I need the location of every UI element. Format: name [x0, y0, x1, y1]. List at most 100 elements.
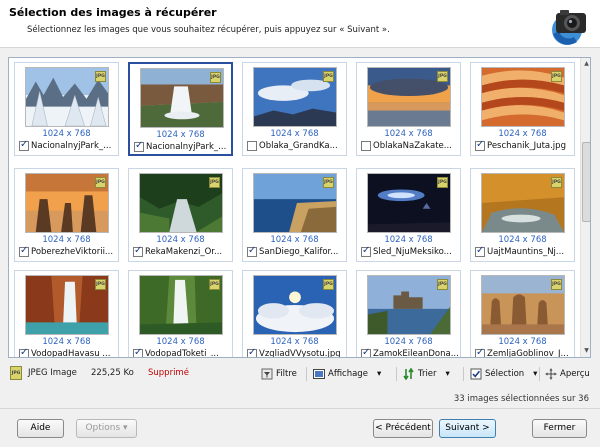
selection-checkbox-icon	[470, 368, 482, 380]
image-checkbox[interactable]	[133, 245, 143, 257]
image-card[interactable]: JPG 1024 x 768 Oblaka_GrandKa...	[242, 62, 347, 156]
image-card[interactable]: JPG 1024 x 768 NacionalnyjPark_...	[14, 62, 119, 156]
image-checkbox[interactable]	[361, 347, 371, 357]
image-dimensions: 1024 x 768	[270, 337, 319, 347]
filter-icon	[261, 368, 273, 380]
next-button[interactable]: Suivant >	[439, 419, 496, 438]
image-grid[interactable]: JPG 1024 x 768 NacionalnyjPark_... JPG 1024 …	[8, 57, 591, 358]
view-dropdown-icon[interactable]: ▾	[377, 369, 381, 379]
image-dimensions: 1024 x 768	[270, 129, 319, 139]
image-thumbnail[interactable]: JPG	[253, 275, 337, 335]
image-card[interactable]: JPG 1024 x 768 Sled_NjuMeksiko...	[356, 168, 461, 262]
toolbar-separator	[539, 367, 540, 381]
jpg-badge-icon: JPG	[437, 71, 448, 82]
image-checkbox[interactable]	[134, 140, 144, 152]
jpg-badge-icon: JPG	[551, 71, 562, 82]
selection-button[interactable]: Sélection ▾	[470, 365, 537, 382]
sort-button[interactable]: Trier ▾	[403, 365, 450, 382]
image-card[interactable]: JPG 1024 x 768 PoberezheViktorii...	[14, 168, 119, 262]
filter-label: Filtre	[276, 368, 297, 379]
image-checkbox[interactable]	[475, 347, 485, 357]
toolbar-separator	[463, 367, 464, 381]
image-checkbox[interactable]	[361, 141, 371, 151]
image-thumbnail[interactable]: JPG	[25, 173, 109, 233]
help-button[interactable]: Aide	[17, 419, 64, 438]
toolbar-separator	[396, 367, 397, 381]
vertical-scrollbar[interactable]: ▲ ▼	[580, 58, 590, 357]
sort-icon	[403, 367, 415, 380]
image-thumbnail[interactable]: JPG	[481, 67, 565, 127]
image-checkbox[interactable]	[247, 245, 257, 257]
image-thumbnail[interactable]: JPG	[481, 275, 565, 335]
image-card[interactable]: JPG 1024 x 768 RekaMakenzi_Or...	[128, 168, 233, 262]
image-thumbnail[interactable]: JPG	[139, 275, 223, 335]
image-checkbox[interactable]	[247, 141, 257, 151]
image-card[interactable]: JPG 1024 x 768 NacionalnyjPark_...	[128, 62, 233, 156]
image-thumbnail[interactable]: JPG	[25, 275, 109, 335]
jpeg-file-icon: JPG	[10, 366, 22, 380]
image-card[interactable]: JPG 1024 x 768 SanDiego_Kalifor...	[242, 168, 347, 262]
image-card[interactable]: JPG 1024 x 768 UajtMauntins_Nj...	[470, 168, 575, 262]
image-checkbox[interactable]	[475, 139, 485, 151]
image-card[interactable]: JPG 1024 x 768 VodopadToketi_...	[128, 270, 233, 358]
close-button[interactable]: Fermer	[532, 419, 587, 438]
image-card[interactable]: JPG 1024 x 768 VzgliadVVysotu.jpg	[242, 270, 347, 357]
selection-dropdown-icon[interactable]: ▾	[533, 369, 537, 379]
image-thumbnail[interactable]: JPG	[367, 67, 451, 127]
image-checkbox[interactable]	[475, 245, 485, 257]
jpg-badge-icon: JPG	[95, 177, 106, 188]
jpg-badge-icon: JPG	[437, 177, 448, 188]
image-dimensions: 1024 x 768	[42, 235, 91, 245]
jpg-badge-icon: JPG	[95, 71, 106, 82]
scroll-down-arrow-icon[interactable]: ▼	[581, 345, 590, 357]
image-checkbox[interactable]	[247, 347, 257, 357]
image-thumbnail[interactable]: JPG	[140, 68, 224, 128]
filter-button[interactable]: Filtre	[261, 365, 297, 382]
image-checkbox[interactable]	[19, 245, 29, 257]
file-size-label: 225,25 Ko	[91, 368, 134, 378]
previous-button[interactable]: < Précédent	[373, 419, 433, 438]
jpg-badge-icon: JPG	[551, 279, 562, 290]
view-button[interactable]: Affichage ▾	[313, 365, 381, 382]
page-subtitle: Sélectionnez les images que vous souhait…	[27, 25, 390, 35]
image-thumbnail[interactable]: JPG	[367, 275, 451, 335]
image-thumbnail[interactable]: JPG	[139, 173, 223, 233]
image-thumbnail[interactable]: JPG	[253, 173, 337, 233]
options-button[interactable]: Options ▾	[76, 419, 137, 438]
image-card[interactable]: JPG 1024 x 768 ZemljaGoblinov_J...	[470, 270, 575, 358]
image-card[interactable]: JPG 1024 x 768 VodopadHavasu ...	[14, 270, 119, 357]
file-state-label: Supprimé	[148, 368, 189, 378]
image-card[interactable]: JPG 1024 x 768 ZamokEileanDona...	[356, 270, 461, 357]
image-checkbox[interactable]	[361, 245, 371, 257]
scrollbar-thumb[interactable]	[582, 142, 590, 222]
image-card[interactable]: JPG 1024 x 768 Peschanik_Juta.jpg	[470, 62, 575, 156]
image-dimensions: 1024 x 768	[270, 235, 319, 245]
sort-dropdown-icon[interactable]: ▾	[446, 369, 450, 379]
preview-label: Aperçu	[560, 368, 590, 379]
image-filename: RekaMakenzi_Or...	[145, 247, 223, 257]
preview-button[interactable]: Aperçu	[545, 365, 590, 382]
image-checkbox[interactable]	[19, 139, 29, 151]
image-filename: ZemljaGoblinov_J...	[487, 349, 569, 358]
jpg-badge-icon: JPG	[209, 279, 220, 290]
toolbar-separator	[306, 367, 307, 381]
image-thumbnail[interactable]: JPG	[25, 67, 109, 127]
image-checkbox[interactable]	[133, 347, 143, 357]
image-thumbnail[interactable]: JPG	[481, 173, 565, 233]
jpg-badge-icon: JPG	[323, 71, 334, 82]
scroll-up-arrow-icon[interactable]: ▲	[581, 58, 590, 70]
image-dimensions: 1024 x 768	[498, 337, 547, 347]
image-thumbnail[interactable]: JPG	[253, 67, 337, 127]
image-checkbox[interactable]	[19, 347, 29, 357]
selection-label: Sélection	[485, 368, 525, 379]
jpg-badge-icon: JPG	[437, 279, 448, 290]
image-filename: UajtMauntins_Nj...	[487, 247, 565, 257]
image-filename: VodopadToketi_...	[145, 349, 219, 358]
image-dimensions: 1024 x 768	[498, 235, 547, 245]
wizard-header: Sélection des images à récupérer Sélecti…	[0, 0, 600, 48]
image-card[interactable]: JPG 1024 x 768 OblakaNaZakate...	[356, 62, 461, 156]
selection-summary: 33 images sélectionnées sur 36	[453, 394, 589, 404]
jpg-badge-icon: JPG	[95, 279, 106, 290]
status-toolbar: JPG JPEG Image 225,25 Ko Supprimé Filtre…	[8, 364, 591, 384]
image-thumbnail[interactable]: JPG	[367, 173, 451, 233]
